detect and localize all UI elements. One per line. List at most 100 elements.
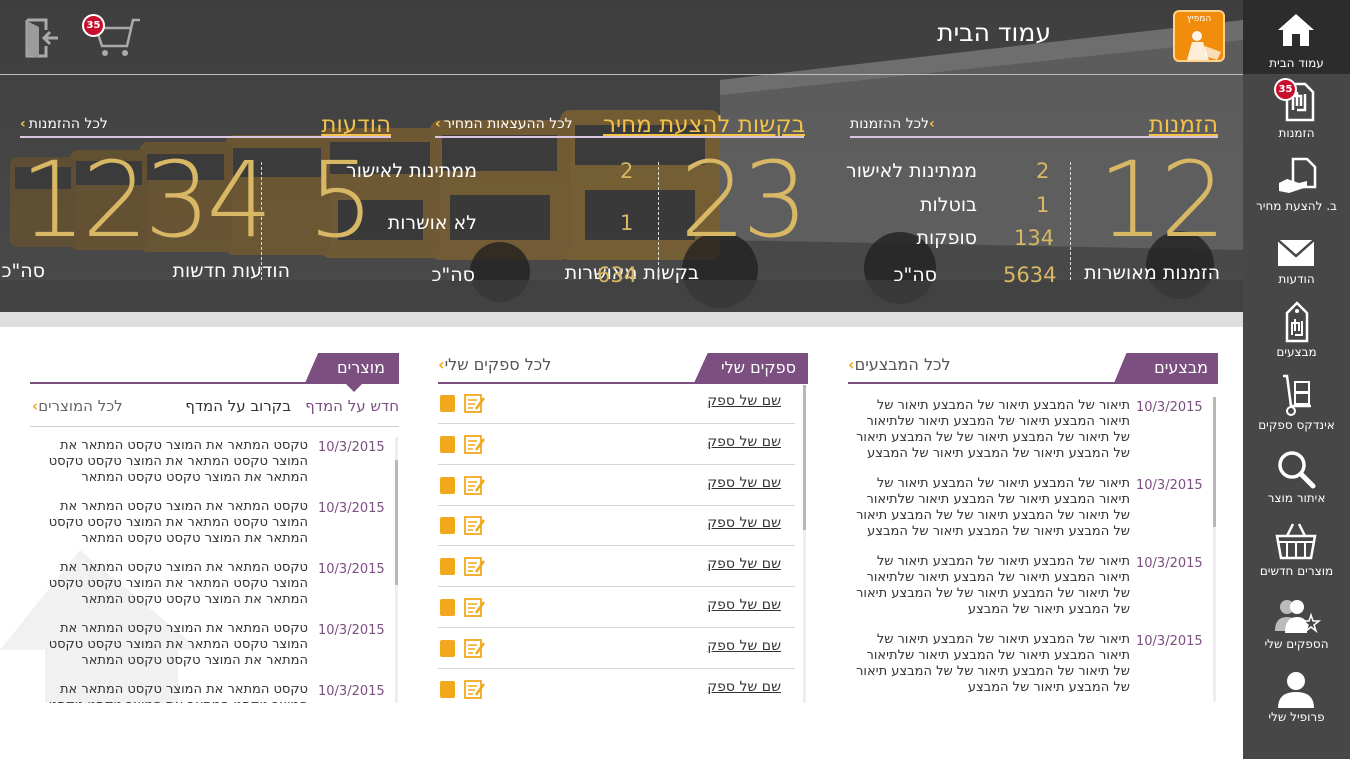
supplier-catalog-icon[interactable] <box>440 476 455 494</box>
sidebar-item-my-profile[interactable]: פרופיל שלי <box>1243 658 1350 731</box>
quotes-divider <box>435 136 804 138</box>
supplier-row[interactable]: שם של ספק <box>438 628 795 669</box>
sidebar-item-home[interactable]: עמוד הבית <box>1243 0 1350 73</box>
active-tab-pointer-icon <box>345 383 363 392</box>
all-suppliers-link-label: לכל ספקים שלי <box>444 355 552 374</box>
cart-count-badge: 35 <box>82 14 105 37</box>
supplier-edit-note-icon[interactable] <box>464 515 486 536</box>
supplier-name-link[interactable]: שם של ספק <box>707 434 781 450</box>
tab-soon-on-shelf[interactable]: בקרוב על המדף <box>185 397 291 415</box>
promotion-text: תיאור של המבצע תיאור של המבצע תיאור של ת… <box>856 632 1130 695</box>
all-quotes-link[interactable]: לכל ההעצאות המחיר› <box>435 116 573 132</box>
search-icon <box>1278 451 1316 489</box>
supplier-catalog-icon[interactable] <box>440 395 455 412</box>
users-star-icon <box>1275 600 1321 634</box>
supplier-row[interactable]: שם של ספק <box>438 383 795 424</box>
supplier-name-link[interactable]: שם של ספק <box>707 597 781 613</box>
all-orders-link[interactable]: ›לכל ההזמנות <box>850 116 938 132</box>
sidebar-item-new-products[interactable]: מוצרים חדשים <box>1243 512 1350 585</box>
supplier-row[interactable]: שם של ספק <box>438 465 795 506</box>
supplier-row[interactable]: שם של ספק <box>438 546 795 588</box>
orders-title[interactable]: הזמנות <box>1149 112 1218 138</box>
tab-my-suppliers[interactable]: ספקים שלי <box>694 353 808 383</box>
all-promotions-link[interactable]: לכל המבצעים› <box>848 355 951 374</box>
logout-button[interactable] <box>24 18 62 58</box>
tab-products-label: מוצרים <box>337 358 385 377</box>
white-fade <box>0 703 1243 759</box>
chevron-icon: › <box>435 116 441 132</box>
sidebar-item-quote-requests[interactable]: ב. להצעת מחיר <box>1243 147 1350 220</box>
tab-my-suppliers-label: ספקים שלי <box>720 358 796 377</box>
orders-approved-count: 12 <box>1098 139 1226 261</box>
supplier-catalog-icon[interactable] <box>440 639 455 657</box>
promotion-text: תיאור של המבצע תיאור של המבצע תיאור של ת… <box>856 398 1130 461</box>
product-text: טקסט המתאר את המוצר טקסט המתאר את המוצר … <box>48 621 308 668</box>
supplier-catalog-icon[interactable] <box>440 517 455 535</box>
supplier-row[interactable]: שם של ספק <box>438 424 795 465</box>
sidebar-item-promotions[interactable]: מבצעים <box>1243 293 1350 366</box>
tab-products[interactable]: מוצרים <box>305 353 399 383</box>
sidebar-item-label: הזמנות <box>1278 126 1315 140</box>
orders-approved-label: הזמנות מאושרות <box>1084 262 1220 284</box>
supplier-catalog-icon[interactable] <box>440 435 455 453</box>
supplier-catalog-icon[interactable] <box>440 558 455 576</box>
promotion-text: תיאור של המבצע תיאור של המבצע תיאור של ת… <box>856 476 1130 539</box>
supplier-name-link[interactable]: שם של ספק <box>707 638 781 654</box>
supplier-name-link[interactable]: שם של ספק <box>707 515 781 531</box>
tab-promotions[interactable]: מבצעים <box>1114 353 1218 383</box>
supplier-catalog-icon[interactable] <box>440 599 455 616</box>
sidebar-item-label: אינדקס ספקים <box>1258 418 1335 432</box>
envelope-icon <box>1277 239 1315 266</box>
quotes-approved-count: 23 <box>680 139 808 261</box>
sidebar-item-orders[interactable]: 35 הזמנות <box>1243 74 1350 147</box>
all-products-link[interactable]: לכל המוצרים› <box>32 397 123 415</box>
supplier-name-link[interactable]: שם של ספק <box>707 475 781 491</box>
supplier-edit-note-icon[interactable] <box>464 434 486 454</box>
sidebar-item-product-search[interactable]: איתור מוצר <box>1243 439 1350 512</box>
all-messages-link[interactable]: לכל ההזמנות› <box>20 116 108 132</box>
supplier-name-link[interactable]: שם של ספק <box>707 393 781 409</box>
products-underline <box>30 382 399 384</box>
cart-button[interactable]: 35 <box>82 14 142 58</box>
promotion-date: 10/3/2015 <box>1136 400 1203 415</box>
home-icon <box>1278 14 1314 46</box>
supplier-edit-note-icon[interactable] <box>464 475 486 495</box>
product-text: טקסט המתאר את המוצר טקסט המתאר את המוצר … <box>48 560 308 607</box>
all-quotes-link-label: לכל ההעצאות המחיר <box>443 116 573 132</box>
quotes-total-label: סה"כ <box>431 264 475 286</box>
promotion-date: 10/3/2015 <box>1136 478 1203 493</box>
sidebar-item-label: ב. להצעת מחיר <box>1255 199 1337 213</box>
logo-icon <box>1187 31 1221 60</box>
supplier-edit-note-icon[interactable] <box>464 393 486 413</box>
all-suppliers-link[interactable]: לכל ספקים שלי› <box>438 355 551 374</box>
supplier-name-link[interactable]: שם של ספק <box>707 679 781 695</box>
sidebar-item-label: עמוד הבית <box>1269 56 1324 70</box>
supplier-row[interactable]: שם של ספק <box>438 587 795 628</box>
quotes-title[interactable]: בקשות להצעת מחיר <box>603 112 805 138</box>
messages-title[interactable]: הודעות <box>321 112 391 138</box>
orders-total-label: סה"כ <box>893 264 937 286</box>
product-date: 10/3/2015 <box>318 562 385 577</box>
all-products-link-label: לכל המוצרים <box>38 397 123 415</box>
sidebar-item-label: הספקים שלי <box>1264 637 1329 651</box>
supplier-edit-note-icon[interactable] <box>464 556 486 577</box>
supplier-row[interactable]: שם של ספק <box>438 505 795 547</box>
sidebar-item-supplier-index[interactable]: אינדקס ספקים <box>1243 366 1350 439</box>
basket-icon <box>1275 523 1317 560</box>
supplier-edit-note-icon[interactable] <box>464 597 486 617</box>
supplier-edit-note-icon[interactable] <box>464 638 486 658</box>
supplier-name-link[interactable]: שם של ספק <box>707 556 781 572</box>
supplier-edit-note-icon[interactable] <box>464 679 486 699</box>
orders-divider <box>850 136 1218 138</box>
sidebar-item-messages[interactable]: הודעות <box>1243 220 1350 293</box>
promotions-scrollbar-thumb[interactable] <box>1213 397 1216 527</box>
products-scrollbar-thumb[interactable] <box>395 460 398 585</box>
suppliers-scrollbar-thumb[interactable] <box>803 385 806 530</box>
tab-new-on-shelf[interactable]: חדש על המדף <box>305 397 399 415</box>
supplier-catalog-icon[interactable] <box>440 680 455 698</box>
sidebar-item-my-suppliers[interactable]: הספקים שלי <box>1243 585 1350 658</box>
quotes-total-value: 634 <box>597 263 638 287</box>
app-logo: המפיץ <box>1173 10 1225 62</box>
chevron-icon: › <box>438 355 445 374</box>
messages-new-label: הודעות חדשות <box>172 260 290 282</box>
